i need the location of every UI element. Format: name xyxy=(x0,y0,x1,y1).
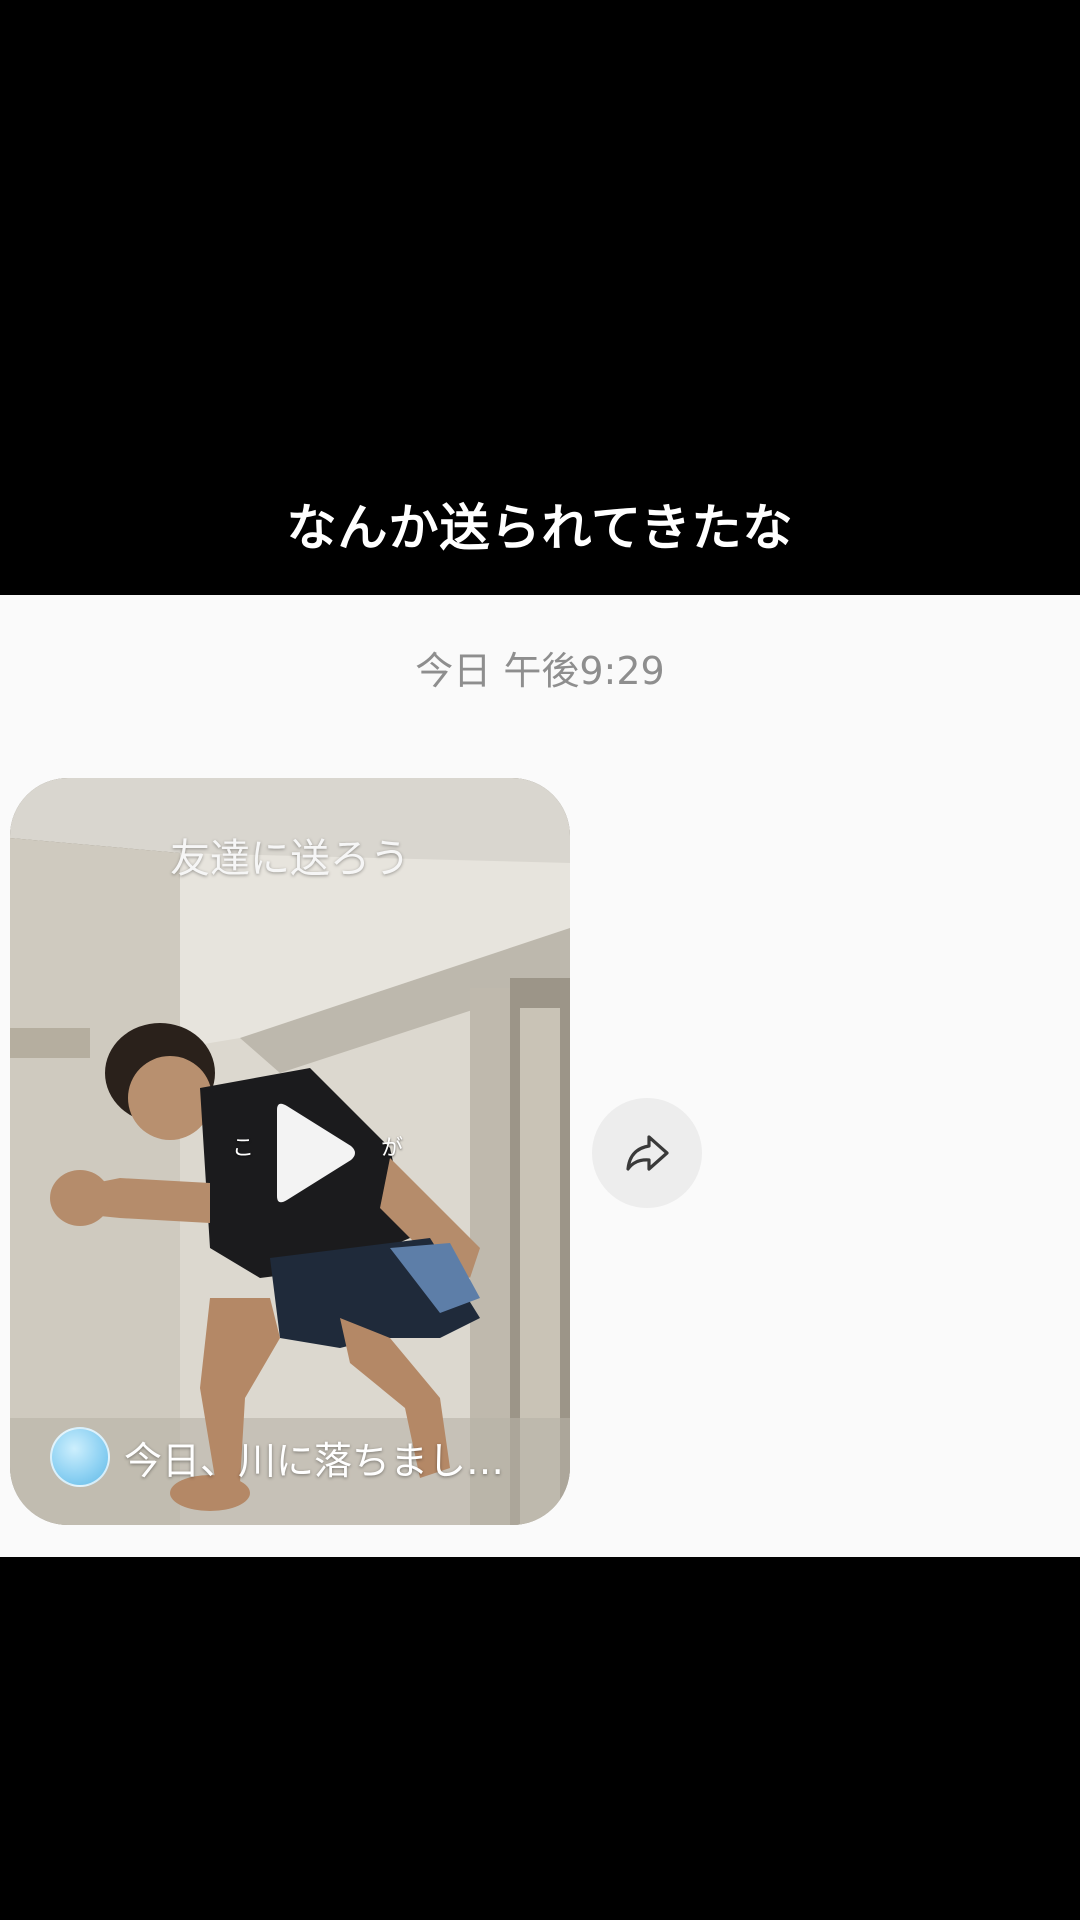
video-caption: なんか送られてきたな xyxy=(286,499,794,557)
video-caption-area: なんか送られてきたな xyxy=(0,0,1080,595)
video-description: 今日、川に落ちまし… xyxy=(124,1438,505,1483)
share-button[interactable] xyxy=(592,1098,702,1208)
chat-area: 今日 午後9:29 友達に送ろう こ が 今日、川に落ちまし… xyxy=(0,595,1080,1557)
shared-video-card[interactable]: 友達に送ろう こ が 今日、川に落ちまし… xyxy=(10,778,570,1525)
play-icon[interactable] xyxy=(255,1098,365,1208)
share-arrow-icon xyxy=(626,1135,669,1171)
message-timestamp: 今日 午後9:29 xyxy=(415,649,665,693)
video-footer: 今日、川に落ちまし… xyxy=(50,1427,504,1487)
bottom-letterbox xyxy=(0,1557,1080,1920)
video-overlay-title: 友達に送ろう xyxy=(170,836,410,882)
avatar xyxy=(50,1427,110,1487)
